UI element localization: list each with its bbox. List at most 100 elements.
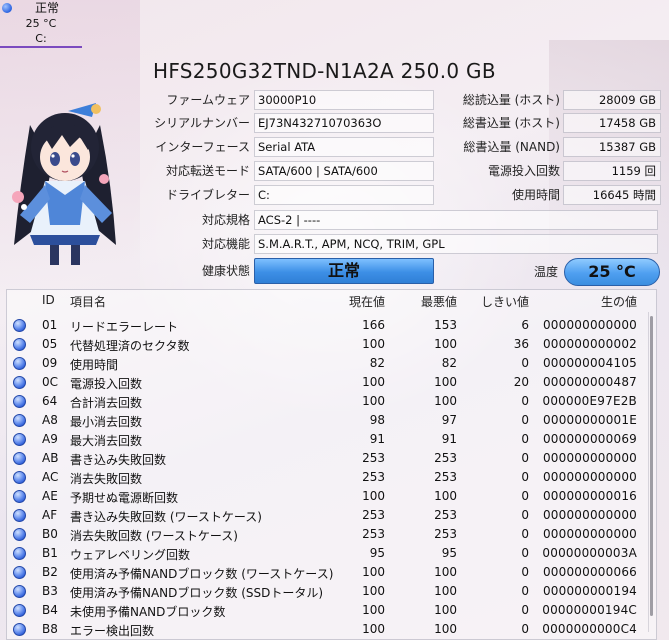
table-row[interactable]: AE 予期せぬ電源断回数 100 100 0 000000000016 [7, 487, 656, 506]
row-raw: 000000000194 [542, 584, 637, 598]
row-current: 100 [362, 337, 385, 351]
status-good-icon [13, 547, 26, 560]
row-current: 253 [362, 470, 385, 484]
row-current: 253 [362, 451, 385, 465]
row-worst: 100 [434, 489, 457, 503]
row-worst: 97 [441, 413, 457, 427]
row-raw: 000000000000 [542, 470, 637, 484]
row-id: AB [42, 451, 59, 465]
table-row[interactable]: B1 ウェアレベリング回数 95 95 0 00000000003A [7, 544, 656, 563]
header-id[interactable]: ID [42, 293, 55, 307]
info-left-label: インターフェース [155, 140, 250, 154]
info-left-value: 30000P10 [254, 90, 434, 110]
row-id: B3 [42, 584, 58, 598]
row-id: A9 [42, 432, 58, 446]
character-mascot-image [12, 103, 116, 265]
table-row[interactable]: B4 未使用予備NANDブロック数 100 100 0 00000000194C [7, 601, 656, 620]
table-row[interactable]: 05 代替処理済のセクタ数 100 100 36 000000000002 [7, 335, 656, 354]
scrollbar-thumb[interactable] [650, 316, 653, 616]
row-raw: 000000000000 [542, 451, 637, 465]
row-raw: 000000000066 [542, 565, 637, 579]
row-id: AF [42, 508, 58, 522]
info-left-value: Serial ATA [254, 137, 434, 157]
row-worst: 253 [434, 451, 457, 465]
row-threshold: 36 [513, 337, 529, 351]
row-name: 最小消去回数 [70, 415, 143, 429]
status-good-icon [13, 395, 26, 408]
table-scrollbar[interactable] [648, 312, 654, 632]
info-right-value: 15387 GB [563, 137, 661, 157]
header-raw[interactable]: 生の値 [537, 293, 637, 310]
row-worst: 153 [434, 318, 457, 332]
drive-tab-c[interactable]: 正常 25 °C C: [0, 0, 82, 48]
status-good-icon [2, 3, 12, 13]
info-right-value: 16645 時間 [563, 185, 661, 205]
table-row[interactable]: A8 最小消去回数 98 97 0 00000000001E [7, 411, 656, 430]
row-raw: 00000000001E [543, 413, 637, 427]
table-row[interactable]: B2 使用済み予備NANDブロック数 (ワーストケース) 100 100 0 000000… [7, 563, 656, 582]
status-good-icon [13, 357, 26, 370]
row-name: エラー検出回数 [70, 624, 155, 638]
info-left-value: ACS-2 | ---- [254, 210, 658, 230]
drive-tab-letter: C: [35, 32, 47, 45]
table-row[interactable]: 09 使用時間 82 82 0 000000004105 [7, 354, 656, 373]
table-row[interactable]: B3 使用済み予備NANDブロック数 (SSDトータル) 100 100 0 000000… [7, 582, 656, 601]
temperature-button[interactable]: 25 °C [564, 258, 660, 286]
row-threshold: 0 [521, 432, 529, 446]
header-worst[interactable]: 最悪値 [407, 293, 457, 310]
header-threshold[interactable]: しきい値 [477, 293, 529, 310]
header-current[interactable]: 現在値 [337, 293, 385, 310]
row-current: 100 [362, 584, 385, 598]
row-name: 未使用予備NANDブロック数 [70, 605, 226, 619]
info-left-label: 対応規格 [201, 213, 250, 227]
row-id: B4 [42, 603, 58, 617]
table-row[interactable]: AB 書き込み失敗回数 253 253 0 000000000000 [7, 449, 656, 468]
info-left-label: ファームウェア [166, 93, 250, 107]
header-name[interactable]: 項目名 [70, 293, 106, 310]
row-worst: 100 [434, 394, 457, 408]
table-row[interactable]: B8 エラー検出回数 100 100 0 0000000000C4 [7, 620, 656, 639]
row-name: 合計消去回数 [70, 396, 143, 410]
row-worst: 100 [434, 603, 457, 617]
info-left-value: SATA/600 | SATA/600 [254, 161, 434, 181]
table-row[interactable]: AF 書き込み失敗回数 (ワーストケース) 253 253 0 000000000000 [7, 506, 656, 525]
table-row[interactable]: A9 最大消去回数 91 91 0 000000000069 [7, 430, 656, 449]
table-row[interactable]: 0C 電源投入回数 100 100 20 000000000487 [7, 373, 656, 392]
row-name: 書き込み失敗回数 [70, 453, 167, 467]
row-name: 使用済み予備NANDブロック数 (SSDトータル) [70, 586, 324, 600]
row-raw: 000000000000 [542, 318, 637, 332]
row-current: 98 [369, 413, 385, 427]
row-raw: 00000000003A [542, 546, 637, 560]
info-right-label: 電源投入回数 [487, 164, 560, 178]
row-id: 64 [42, 394, 58, 408]
info-left-value: C: [254, 185, 434, 205]
row-threshold: 20 [513, 375, 529, 389]
row-threshold: 0 [521, 394, 529, 408]
row-current: 100 [362, 375, 385, 389]
row-current: 100 [362, 394, 385, 408]
row-worst: 100 [434, 584, 457, 598]
row-raw: 000000000016 [542, 489, 637, 503]
row-worst: 95 [441, 546, 457, 560]
info-left-label: シリアルナンバー [154, 116, 250, 130]
status-good-icon [13, 376, 26, 389]
drive-tab-status: 正常 [34, 1, 59, 15]
table-row[interactable]: 64 合計消去回数 100 100 0 000000E97E2B [7, 392, 656, 411]
row-threshold: 0 [521, 584, 529, 598]
row-current: 100 [362, 489, 385, 503]
table-row[interactable]: B0 消去失敗回数 (ワーストケース) 253 253 0 000000000000 [7, 525, 656, 544]
row-worst: 253 [434, 470, 457, 484]
status-good-icon [13, 414, 26, 427]
row-threshold: 0 [521, 451, 529, 465]
row-id: AE [42, 489, 58, 503]
status-good-icon [13, 319, 26, 332]
table-row[interactable]: 01 リードエラーレート 166 153 6 000000000000 [7, 316, 656, 335]
health-status-button[interactable]: 正常 [254, 258, 434, 284]
info-right-label: 総読込量 (ホスト) [462, 93, 560, 107]
table-row[interactable]: AC 消去失敗回数 253 253 0 000000000000 [7, 468, 656, 487]
row-threshold: 0 [521, 508, 529, 522]
row-raw: 000000E97E2B [542, 394, 637, 408]
smart-table[interactable]: ID 項目名 現在値 最悪値 しきい値 生の値 01 リードエラーレート 166 15… [6, 289, 657, 640]
row-name: 書き込み失敗回数 (ワーストケース) [70, 510, 262, 524]
row-threshold: 0 [521, 413, 529, 427]
